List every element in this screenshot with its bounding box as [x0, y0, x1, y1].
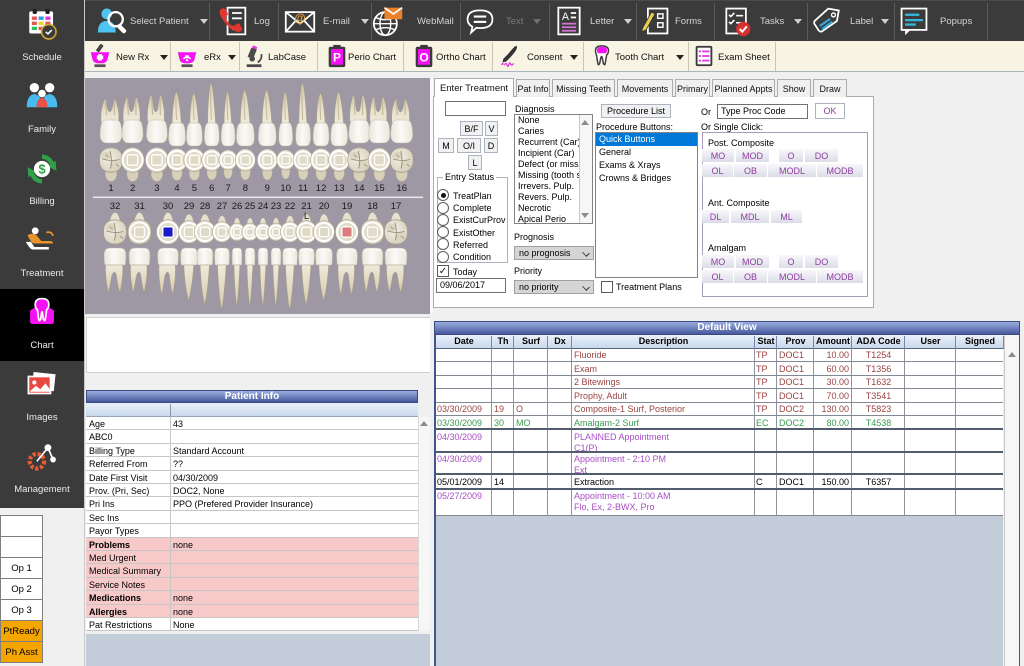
svg-text:3: 3	[154, 183, 159, 194]
svg-text:13: 13	[334, 183, 345, 194]
svg-text:9: 9	[265, 183, 270, 194]
svg-text:14: 14	[354, 183, 365, 194]
svg-text:7: 7	[225, 183, 230, 194]
svg-text:11: 11	[298, 183, 308, 194]
svg-text:2: 2	[130, 183, 135, 194]
svg-text:$: $	[38, 162, 45, 177]
svg-text:32: 32	[110, 201, 121, 212]
svg-text:@: @	[294, 13, 305, 25]
svg-text:8: 8	[243, 183, 248, 194]
svg-text:5: 5	[192, 183, 197, 194]
svg-text:19: 19	[342, 201, 353, 212]
svg-text:30: 30	[163, 201, 174, 212]
svg-text:17: 17	[391, 201, 402, 212]
svg-text:29: 29	[184, 201, 195, 212]
svg-text:L: L	[304, 211, 309, 222]
svg-text:15: 15	[374, 183, 385, 194]
svg-text:18: 18	[367, 201, 378, 212]
svg-text:26: 26	[232, 201, 243, 212]
svg-text:6: 6	[209, 183, 214, 194]
svg-text:16: 16	[396, 183, 407, 194]
svg-text:10: 10	[280, 183, 291, 194]
svg-text:12: 12	[316, 183, 327, 194]
svg-text:23: 23	[271, 201, 282, 212]
svg-text:4: 4	[174, 183, 179, 194]
svg-text:28: 28	[200, 201, 211, 212]
svg-text:22: 22	[285, 201, 296, 212]
svg-text:O: O	[419, 51, 428, 65]
svg-text:24: 24	[258, 201, 269, 212]
svg-text:20: 20	[319, 201, 330, 212]
svg-text:25: 25	[245, 201, 256, 212]
svg-text:1: 1	[108, 183, 113, 194]
svg-text:A: A	[562, 11, 570, 23]
svg-text:P: P	[333, 51, 341, 65]
svg-text:27: 27	[217, 201, 228, 212]
svg-text:31: 31	[134, 201, 145, 212]
